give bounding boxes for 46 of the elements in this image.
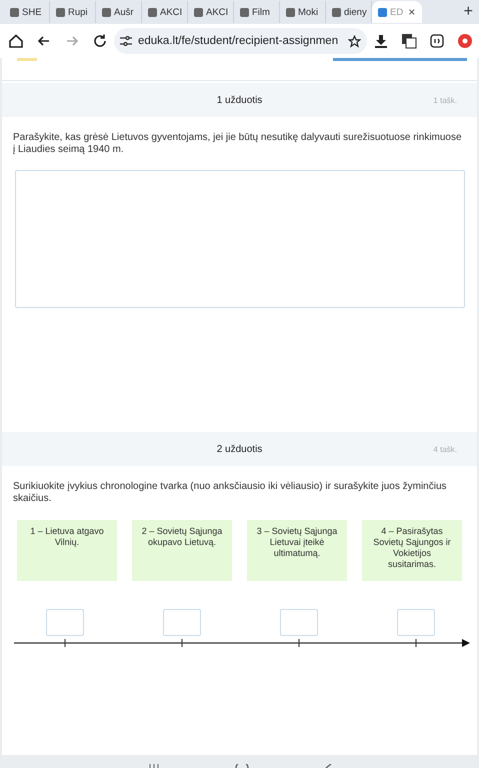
event-card[interactable]: 3 – Sovietų Sąjunga Lietuvai įteikė ultimatumą. xyxy=(247,520,347,581)
address-bar[interactable]: eduka.lt/fe/student/recipient-assignmen xyxy=(114,28,367,54)
task-title: 1 užduotis xyxy=(216,94,262,106)
new-tab-button[interactable]: + xyxy=(464,3,479,21)
browser-tab[interactable]: Aušr xyxy=(96,1,142,23)
translate-icon[interactable] xyxy=(401,33,417,49)
event-card[interactable]: 2 – Sovietų Sąjunga okupavo Lietuvą. xyxy=(132,520,232,581)
task-points: 4 tašk. xyxy=(433,444,457,454)
site-icon xyxy=(194,8,203,16)
record-icon[interactable] xyxy=(458,34,472,48)
home-icon[interactable] xyxy=(8,33,24,49)
browser-tab[interactable]: Moki xyxy=(280,1,326,23)
answer-field[interactable] xyxy=(280,609,318,636)
site-icon xyxy=(56,8,65,16)
browser-tab[interactable]: Rupi xyxy=(50,1,96,23)
answer-field[interactable] xyxy=(397,609,435,636)
back-gesture-icon[interactable] xyxy=(324,764,332,768)
task-title: 2 užduotis xyxy=(216,444,262,454)
browser-tab[interactable]: SHE xyxy=(4,1,50,23)
site-icon xyxy=(240,8,249,16)
answer-field[interactable] xyxy=(46,609,84,636)
reload-icon[interactable] xyxy=(92,33,108,49)
answer-field[interactable] xyxy=(163,609,201,636)
star-icon[interactable] xyxy=(348,34,361,48)
tag-edge xyxy=(17,58,37,61)
task-points: 1 tašk. xyxy=(433,96,457,104)
home-button-icon[interactable] xyxy=(234,764,248,768)
download-icon[interactable] xyxy=(374,34,388,48)
event-card[interactable]: 1 – Lietuva atgavo Vilnių. xyxy=(17,520,117,581)
timeline-tick xyxy=(64,639,66,647)
browser-tab[interactable]: AKCI xyxy=(142,1,188,23)
site-icon xyxy=(148,8,157,16)
task-question: Parašykite, kas grėsė Lietuvos gyventojams, jei jie būtų nesutikę dalyvauti surežisuotuose rinkimuose į Liaudies seimą 1940 m. xyxy=(12,131,463,156)
site-icon xyxy=(378,8,387,16)
browser-tab[interactable]: Film xyxy=(234,1,280,23)
task-question: Surikiuokite įvykius chronologine tvarka (nuo anksčiausio iki vėliausio) ir surašykite juos žyminčius skaičius. xyxy=(12,480,448,505)
browser-tab[interactable]: AKCI xyxy=(188,1,234,23)
site-icon xyxy=(10,8,19,16)
browser-tab[interactable]: ED × xyxy=(372,1,422,23)
site-icon xyxy=(332,8,341,16)
event-card[interactable]: 4 – Pasirašytas Sovietų Sąjungos ir Vokietijos susitarimas. xyxy=(362,520,462,581)
site-icon xyxy=(286,8,295,16)
timeline-tick xyxy=(298,639,300,647)
extension-icon[interactable] xyxy=(430,34,444,48)
site-settings-icon[interactable] xyxy=(120,36,132,46)
site-icon xyxy=(102,8,111,16)
